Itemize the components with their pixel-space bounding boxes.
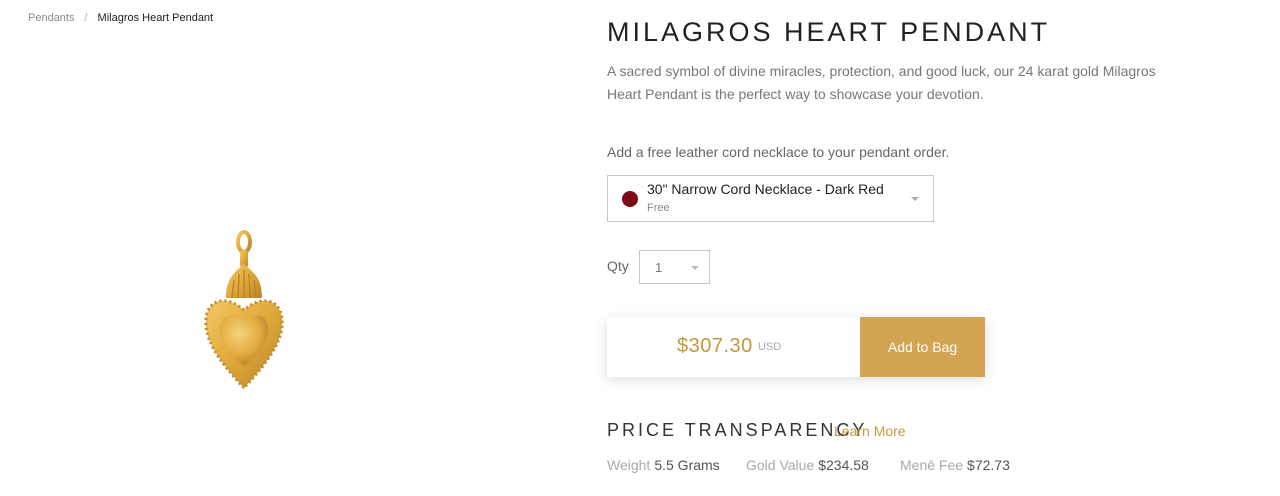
breadcrumb-pendants-link[interactable]: Pendants xyxy=(28,12,74,24)
qty-value: 1 xyxy=(655,260,663,275)
learn-more-link[interactable]: Learn More xyxy=(834,423,906,439)
weight-label: Weight xyxy=(607,457,651,473)
mene-fee-amount: $72.73 xyxy=(967,457,1010,473)
price-transparency-title: PRICE TRANSPARENCY xyxy=(607,420,868,440)
breadcrumb-current: Milagros Heart Pendant xyxy=(97,12,214,24)
gold-value-amount: $234.58 xyxy=(818,457,869,473)
qty-select[interactable]: 1 xyxy=(639,250,710,284)
cord-color-swatch xyxy=(622,191,638,207)
heart-pendant-icon xyxy=(204,230,284,391)
buy-box: $307.30 USD Add to Bag xyxy=(607,317,985,377)
breadcrumb-separator: / xyxy=(84,12,88,24)
product-description: A sacred symbol of divine miracles, prot… xyxy=(607,63,1156,102)
weight-stat: Weight 5.5 Grams xyxy=(607,457,720,473)
currency-label: USD xyxy=(758,341,782,353)
weight-value: 5.5 Grams xyxy=(654,457,720,473)
cord-selected-price: Free xyxy=(647,202,670,214)
gold-value-label: Gold Value xyxy=(746,457,815,473)
gold-value-stat: Gold Value $234.58 xyxy=(746,457,869,473)
product-title: MILAGROS HEART PENDANT xyxy=(607,17,1051,47)
cord-prompt: Add a free leather cord necklace to your… xyxy=(607,144,950,160)
qty-label: Qty xyxy=(607,258,629,274)
cord-necklace-select[interactable]: 30" Narrow Cord Necklace - Dark Red Free xyxy=(607,175,934,222)
breadcrumb: Pendants / Milagros Heart Pendant xyxy=(28,12,213,24)
chevron-down-icon xyxy=(691,266,699,270)
mene-fee-stat: Menē Fee $72.73 xyxy=(900,457,1010,473)
product-image[interactable] xyxy=(196,228,292,396)
cord-selected-name: 30" Narrow Cord Necklace - Dark Red xyxy=(647,181,884,197)
product-price: $307.30 xyxy=(677,335,753,357)
mene-fee-label: Menē Fee xyxy=(900,457,964,473)
chevron-down-icon xyxy=(911,197,919,201)
add-to-bag-button[interactable]: Add to Bag xyxy=(860,317,985,377)
